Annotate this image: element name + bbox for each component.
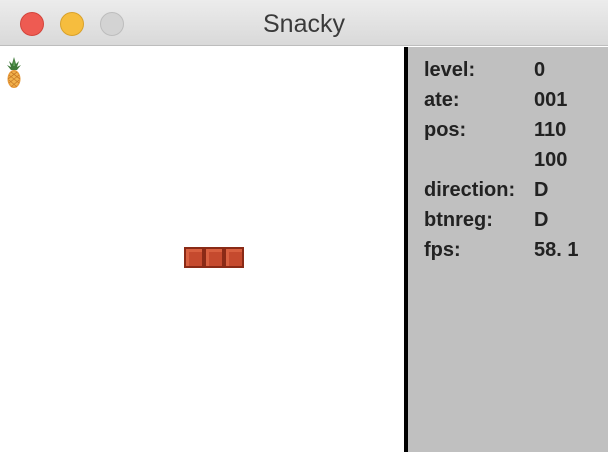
- game-board[interactable]: [4, 47, 404, 448]
- snake-segment: [224, 247, 244, 268]
- pineapple-icon: [7, 57, 21, 88]
- pos-y-value: 100: [534, 149, 568, 171]
- direction-value: D: [534, 179, 549, 201]
- pos-x-value: 110: [534, 119, 567, 141]
- app-window: Snacky level: 0 ate: 001 pos: 110 100 di…: [0, 0, 608, 452]
- ate-value: 001: [534, 89, 568, 111]
- fps-value: 58. 1: [534, 239, 579, 261]
- fps-label: fps:: [424, 239, 461, 261]
- title-bar[interactable]: Snacky: [0, 0, 608, 46]
- level-value: 0: [534, 59, 546, 81]
- stats-panel: level: 0 ate: 001 pos: 110 100 direction…: [408, 47, 608, 452]
- pos-label: pos:: [424, 119, 467, 141]
- snake-segment: [184, 247, 204, 268]
- level-label: level:: [424, 59, 476, 81]
- ate-label: ate:: [424, 89, 460, 111]
- window-title: Snacky: [263, 10, 345, 38]
- btnreg-value: D: [534, 209, 549, 231]
- btnreg-label: btnreg:: [424, 209, 493, 231]
- direction-label: direction:: [424, 179, 516, 201]
- snake-segment: [204, 247, 224, 268]
